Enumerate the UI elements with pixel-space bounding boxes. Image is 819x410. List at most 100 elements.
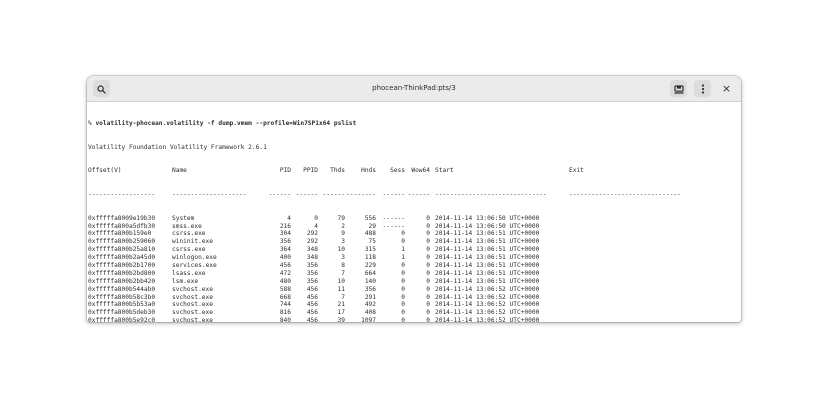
banner-line: Volatility Foundation Volatility Framewo…	[88, 143, 267, 151]
cell-ppid: 348	[306, 254, 318, 262]
cell-start: 2014-11-14 13:06:51 UTC+0000	[435, 261, 540, 269]
cell-name: svchost.exe	[172, 317, 213, 322]
cell-sess: 0	[401, 238, 405, 246]
cell-offset: 0xfffffa800b58c3b0	[88, 293, 156, 301]
cell-sess: 0	[401, 293, 405, 301]
cell-thds: 79	[337, 214, 345, 222]
cell-thds: 10	[337, 246, 345, 254]
cell-offset: 0xfffffa800b5deb30	[88, 309, 156, 317]
cell-thds: 3	[341, 254, 345, 262]
cell-offset: 0xfffffa800b159e0	[88, 230, 152, 238]
sep-thds: ------	[322, 190, 345, 198]
cell-wow64: 0	[426, 238, 430, 246]
cell-hnds: 291	[364, 293, 376, 301]
cell-hnds: 556	[364, 214, 376, 222]
cell-wow64: 0	[426, 277, 430, 285]
process-list: 0xfffffa8009e19b30 System 4 0 79 556 ------ 0 20…	[88, 215, 741, 322]
cell-ppid: 456	[306, 309, 318, 317]
cell-thds: 8	[341, 261, 345, 269]
process-row: 0xfffffa800b2a45d0 winlogon.exe 400 348 3 118…	[88, 254, 741, 262]
cell-wow64: 0	[426, 317, 430, 322]
cell-pid: 364	[279, 246, 291, 254]
cell-thds: 7	[341, 269, 345, 277]
cell-hnds: 356	[364, 285, 376, 293]
cell-name: svchost.exe	[172, 293, 213, 301]
process-row: 0xfffffa800b5b53a0 svchost.exe 744 456 21 492…	[88, 301, 741, 309]
cell-wow64: 0	[426, 261, 430, 269]
header-thds: Thds	[330, 167, 345, 175]
new-tab-button[interactable]	[670, 80, 687, 97]
cell-wow64: 0	[426, 246, 430, 254]
cell-hnds: 408	[364, 309, 376, 317]
cell-ppid: 292	[306, 238, 318, 246]
cell-sess: 0	[401, 269, 405, 277]
cell-start: 2014-11-14 13:06:51 UTC+0000	[435, 230, 540, 238]
cell-wow64: 0	[426, 254, 430, 262]
cell-ppid: 356	[306, 261, 318, 269]
cell-wow64: 0	[426, 309, 430, 317]
process-row: 0xfffffa800b2bd800 lsass.exe 472 356 7 664 0 0 2…	[88, 270, 741, 278]
close-icon: ×	[721, 82, 732, 95]
cell-offset: 0xfffffa800b544ab0	[88, 285, 156, 293]
header-wow64: Wow64	[411, 167, 430, 175]
cell-ppid: 292	[306, 230, 318, 238]
cell-pid: 668	[279, 293, 291, 301]
sep-ppid: ------	[295, 190, 318, 198]
process-row: 0xfffffa800b25a810 csrss.exe 364 348 10 315 1 0…	[88, 246, 741, 254]
header-offset: Offset(V)	[88, 167, 122, 175]
cell-thds: 21	[337, 301, 345, 309]
header-start: Start	[435, 167, 454, 175]
cell-wow64: 0	[426, 214, 430, 222]
cell-offset: 0xfffffa8009e19b30	[88, 214, 156, 222]
cell-ppid: 456	[306, 317, 318, 322]
cell-name: lsass.exe	[172, 269, 206, 277]
cell-hnds: 1097	[361, 317, 376, 322]
cell-thds: 17	[337, 309, 345, 317]
cell-start: 2014-11-14 13:06:50 UTC+0000	[435, 214, 540, 222]
cell-hnds: 488	[364, 230, 376, 238]
cell-start: 2014-11-14 13:06:51 UTC+0000	[435, 269, 540, 277]
cell-pid: 816	[279, 309, 291, 317]
cell-start: 2014-11-14 13:06:52 UTC+0000	[435, 285, 540, 293]
cell-sess: 0	[401, 261, 405, 269]
cell-sess: 0	[401, 277, 405, 285]
cell-wow64: 0	[426, 269, 430, 277]
header-hnds: Hnds	[361, 167, 376, 175]
cell-offset: 0xfffffa800b259060	[88, 238, 156, 246]
cell-thds: 3	[341, 238, 345, 246]
cell-thds: 9	[341, 230, 345, 238]
cell-offset: 0xfffffa800b2b1700	[88, 261, 156, 269]
cell-hnds: 229	[364, 261, 376, 269]
menu-button[interactable]	[694, 80, 711, 97]
cell-name: services.exe	[172, 261, 217, 269]
cell-start: 2014-11-14 13:06:51 UTC+0000	[435, 238, 540, 246]
cell-ppid: 4	[314, 222, 318, 230]
cell-pid: 472	[279, 269, 291, 277]
cell-ppid: 356	[306, 269, 318, 277]
header-name: Name	[172, 167, 187, 175]
process-row: 0xfffffa800b5deb30 svchost.exe 816 456 17 408…	[88, 309, 741, 317]
sep-hnds: --------	[346, 190, 376, 198]
close-button[interactable]: ×	[718, 80, 735, 97]
cell-sess: 0	[401, 285, 405, 293]
cell-ppid: 0	[314, 214, 318, 222]
cell-pid: 216	[279, 222, 291, 230]
cell-hnds: 140	[364, 277, 376, 285]
window-title: phocean-ThinkPad:pts/3	[372, 84, 456, 92]
cell-name: csrss.exe	[172, 246, 206, 254]
cell-hnds: 315	[364, 246, 376, 254]
cell-wow64: 0	[426, 293, 430, 301]
cell-pid: 4	[287, 214, 291, 222]
process-row: 0xfffffa800b159e0 csrss.exe 304 292 9 488 0 0 20…	[88, 230, 741, 238]
cell-offset: 0xfffffa800b25a810	[88, 246, 156, 254]
cell-sess: 0	[401, 317, 405, 322]
cell-hnds: 118	[364, 254, 376, 262]
cell-ppid: 348	[306, 246, 318, 254]
terminal-window: phocean-ThinkPad:pts/3 × % volatility-ph…	[87, 76, 741, 322]
terminal-output[interactable]: % volatility-phocean.volatility -f dump.…	[87, 102, 741, 322]
sep-name: --------------------	[172, 190, 247, 198]
cell-start: 2014-11-14 13:06:52 UTC+0000	[435, 293, 540, 301]
cell-pid: 356	[279, 238, 291, 246]
sep-offset: ------------------	[88, 190, 156, 198]
title-bar: phocean-ThinkPad:pts/3 ×	[87, 76, 741, 102]
